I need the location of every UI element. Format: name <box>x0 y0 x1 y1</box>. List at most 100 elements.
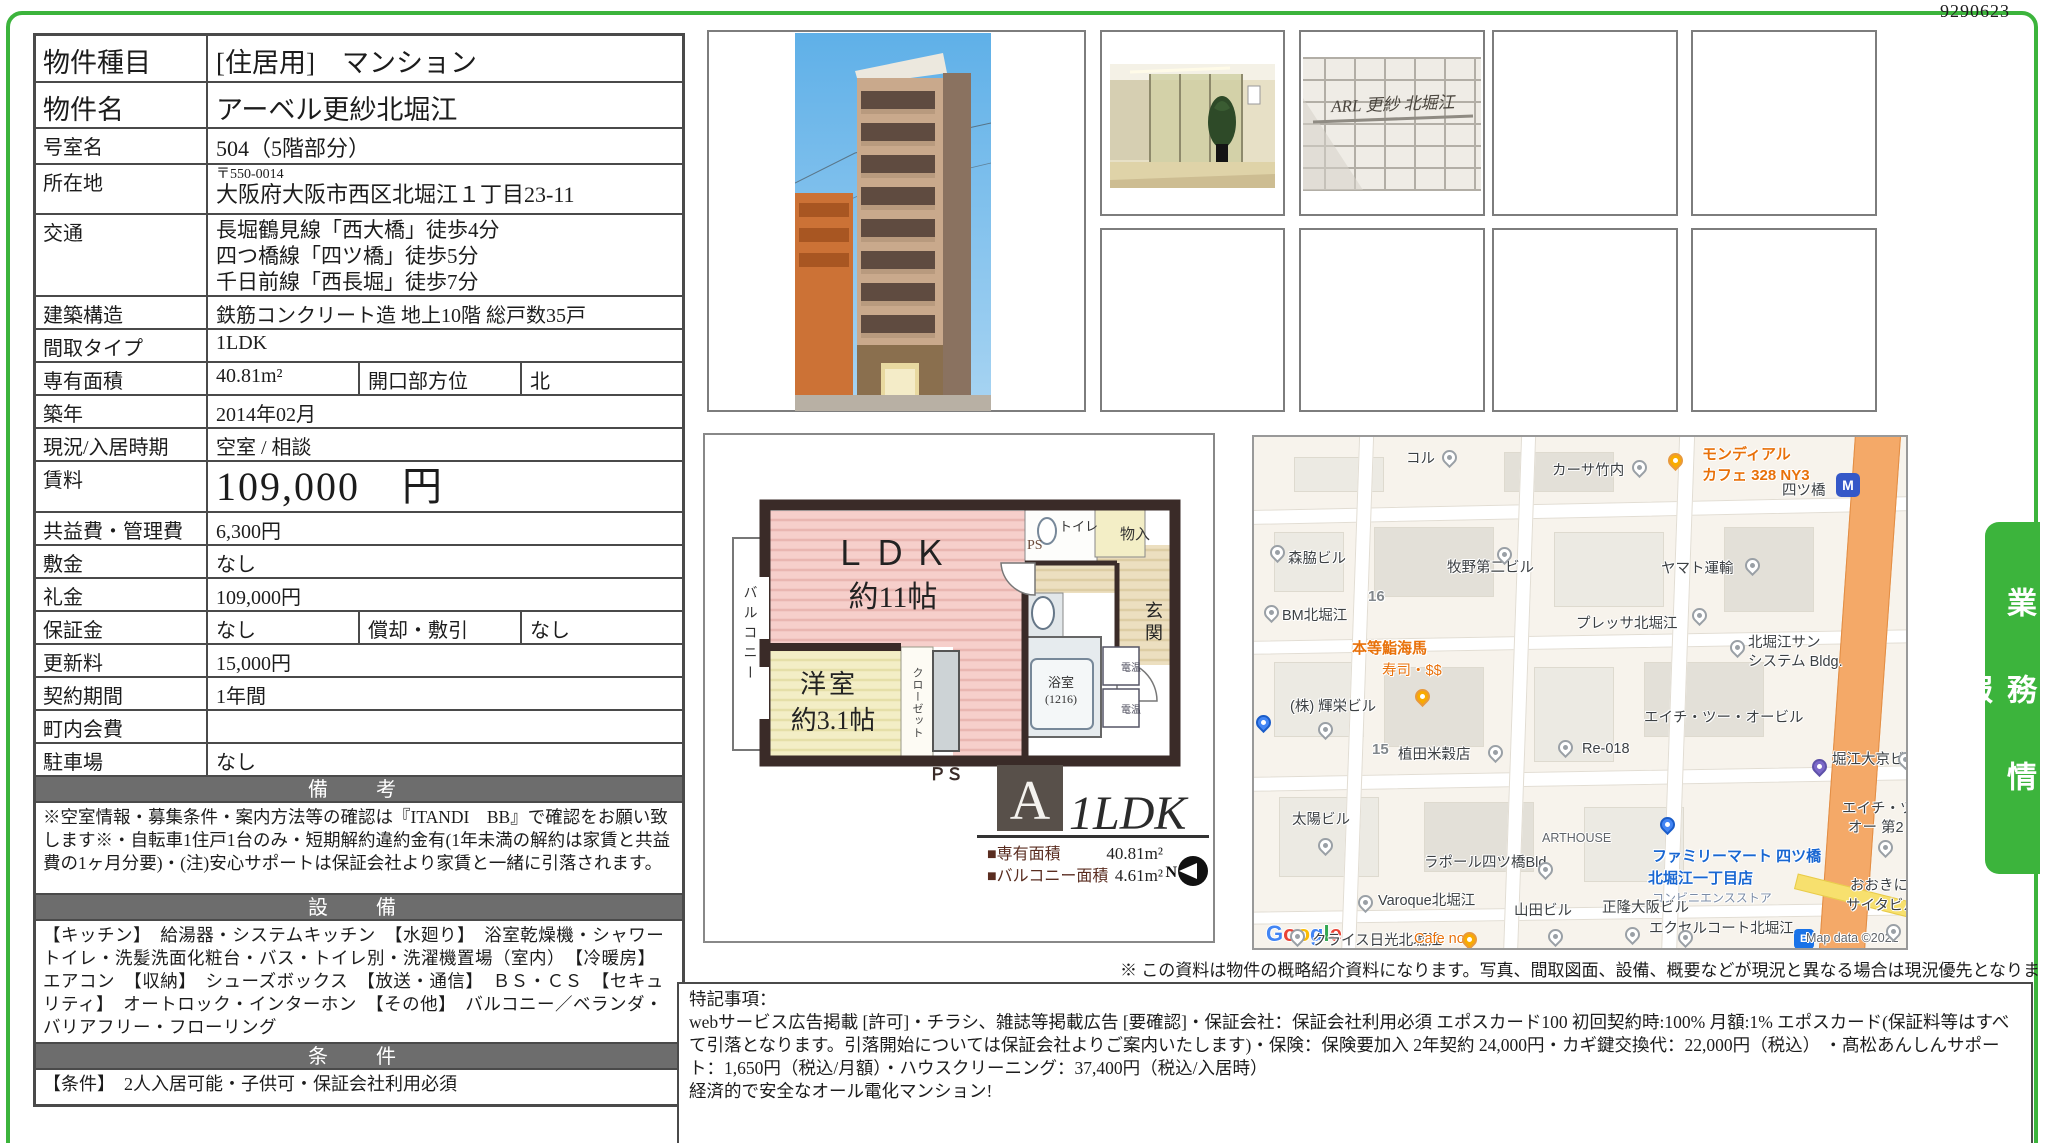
row-label: 所在地 <box>36 165 208 213</box>
map-label: 本等鮨海馬 <box>1352 637 1427 658</box>
row-label: 敷金 <box>36 546 208 577</box>
row-value: なし <box>208 744 682 775</box>
map-label: ファミリーマート 四ツ橋 <box>1652 845 1821 866</box>
table-row: 所在地〒550-0014大阪府大阪市西区北堀江１丁目23-11 <box>36 163 682 213</box>
map-label: 寿司・$$ <box>1382 659 1442 680</box>
table-row: 物件名アーベル更紗北堀江 <box>36 81 682 127</box>
table-row: 築年2014年02月 <box>36 394 682 427</box>
facilities-text: 【キッチン】 給湯器・システムキッチン 【水廻り】 浴室乾燥機・シャワートイレ・… <box>36 919 682 1042</box>
facilities-header: 設 備 <box>36 893 682 919</box>
floorplan-box: バルコニー <box>703 433 1215 943</box>
row-value: 109,000 円 <box>208 462 682 511</box>
building-photo-graphic <box>795 33 991 411</box>
map-pin <box>1875 837 1896 858</box>
table-row: 保証金なし償却・敷引なし <box>36 610 682 643</box>
map-label: オー 第2ビル <box>1848 816 1908 837</box>
map-label: 四ツ橋 <box>1782 479 1826 500</box>
fp-storage-label: 物入 <box>1120 526 1150 543</box>
row-label: 築年 <box>36 396 208 427</box>
row-label: 物件種目 <box>36 36 208 81</box>
location-map: M B Google Map data ©2022 コルカーサ竹内モンディアルカ… <box>1252 435 1908 950</box>
map-label: (株) 輝栄ビル <box>1290 695 1376 716</box>
row-value: 1年間 <box>208 678 682 709</box>
fp-bath-size: (1216) <box>1045 692 1077 706</box>
fp-area-label: ■専有面積 <box>987 845 1061 863</box>
fp-ldk-size: 約11帖 <box>849 581 938 614</box>
table-row: 礼金109,000円 <box>36 577 682 610</box>
row-value-2: 北 <box>522 363 680 394</box>
row-value: 40.81m² <box>208 363 358 394</box>
map-label: Re-018 <box>1582 741 1630 757</box>
map-label: システム Bldg. <box>1748 650 1843 671</box>
remarks-header: 備 考 <box>36 775 682 801</box>
photo-entrance <box>1100 30 1285 216</box>
conditions-header: 条 件 <box>36 1042 682 1068</box>
row-label: 共益費・管理費 <box>36 513 208 544</box>
map-label: カーサ竹内 <box>1552 459 1624 480</box>
fp-area-value: 40.81m² <box>1106 844 1163 863</box>
fp-balcony-label: バルコニー <box>742 585 757 685</box>
photo-slot-empty-3 <box>1100 228 1285 412</box>
photo-slot-empty-4 <box>1299 228 1485 412</box>
row-label: 町内会費 <box>36 711 208 742</box>
map-label: BM北堀江 <box>1282 604 1347 625</box>
row-value-2: なし <box>522 612 680 643</box>
table-row: 共益費・管理費6,300円 <box>36 511 682 544</box>
fp-closet-label: クローゼット <box>911 667 924 739</box>
map-label: 植田米穀店 <box>1398 743 1471 764</box>
row-value: 15,000円 <box>208 645 682 676</box>
table-row: 物件種目[住居用] マンション <box>36 36 682 81</box>
business-info-tab[interactable]: 業務情報 <box>1985 522 2040 874</box>
row-value: アーベル更紗北堀江 <box>208 83 682 127</box>
map-label: 山田ビル <box>1514 899 1572 920</box>
table-row: 専有面積40.81m²開口部方位北 <box>36 361 682 394</box>
row-value: [住居用] マンション <box>208 36 682 81</box>
table-row: 町内会費 <box>36 709 682 742</box>
table-row: 交通長堀鶴見線「西大橋」徒歩4分 四つ橋線「四ツ橋」徒歩5分 千日前線「西長堀」… <box>36 213 682 295</box>
map-label: Varoque北堀江 <box>1378 889 1475 910</box>
photo-slot-empty-5 <box>1492 228 1678 412</box>
photo-slot-empty-6 <box>1691 228 1877 412</box>
map-label: エイチ・ツー・オービル <box>1644 706 1804 727</box>
map-label: コル <box>1406 447 1435 468</box>
row-label: 賃料 <box>36 462 208 511</box>
remarks-text: ※空室情報・募集条件・案内方法等の確認は『ITANDI BB』で確認をお願い致し… <box>36 801 682 893</box>
map-pin <box>1253 712 1274 733</box>
row-label-2: 開口部方位 <box>358 363 522 394</box>
fp-entrance-label: 玄関 <box>1143 601 1163 645</box>
fp-unit-letter: A <box>1010 770 1051 832</box>
row-label: 契約期間 <box>36 678 208 709</box>
fp-ps-top-label: PS <box>1027 538 1043 553</box>
fp-balcony-area-value: 4.61m² <box>1115 866 1163 885</box>
map-pin <box>1622 924 1643 945</box>
fp-room-label: 洋室 <box>800 670 858 699</box>
fp-ldk-label: ＬＤＫ <box>833 536 953 573</box>
photo-building-exterior <box>707 30 1086 412</box>
row-label: 交通 <box>36 215 208 295</box>
row-value: 〒550-0014大阪府大阪市西区北堀江１丁目23-11 <box>208 165 682 213</box>
photo-nameplate: ARL 更紗 北堀江 <box>1299 30 1485 216</box>
row-value: 504（5階部分） <box>208 129 682 163</box>
property-flyer-page: 9290623 物件種目[住居用] マンション物件名アーベル更紗北堀江号室名50… <box>0 0 2056 1143</box>
map-label: モンディアル <box>1702 443 1791 464</box>
map-pin <box>1485 742 1506 763</box>
map-label: ラポール四ツ橋Bld. <box>1424 851 1551 872</box>
row-label: 礼金 <box>36 579 208 610</box>
special-notes-box: 特記事項： webサービス広告掲載 [許可]・チラシ、雑誌等掲載広告 [要確認]… <box>677 982 2033 1143</box>
row-value: 鉄筋コンクリート造 地上10階 総戸数35戸 <box>208 297 682 328</box>
row-value <box>208 711 682 742</box>
fp-balcony-area-label: ■バルコニー面積 <box>987 867 1108 885</box>
map-label: 北堀江一丁目店 <box>1648 867 1753 888</box>
map-label: おおきにサイ <box>1850 874 1908 895</box>
table-row: 号室名504（5階部分） <box>36 127 682 163</box>
table-row: 賃料109,000 円 <box>36 460 682 511</box>
row-value: 空室 / 相談 <box>208 429 682 460</box>
property-spec-table: 物件種目[住居用] マンション物件名アーベル更紗北堀江号室名504（5階部分）所… <box>33 33 685 1107</box>
table-row: 建築構造鉄筋コンクリート造 地上10階 総戸数35戸 <box>36 295 682 328</box>
map-label: 太陽ビル <box>1292 808 1350 829</box>
map-label: 15 <box>1372 741 1389 758</box>
table-row: 契約期間1年間 <box>36 676 682 709</box>
row-value: なし <box>208 546 682 577</box>
entrance-photo-graphic <box>1102 32 1283 214</box>
map-pin <box>1545 926 1566 947</box>
